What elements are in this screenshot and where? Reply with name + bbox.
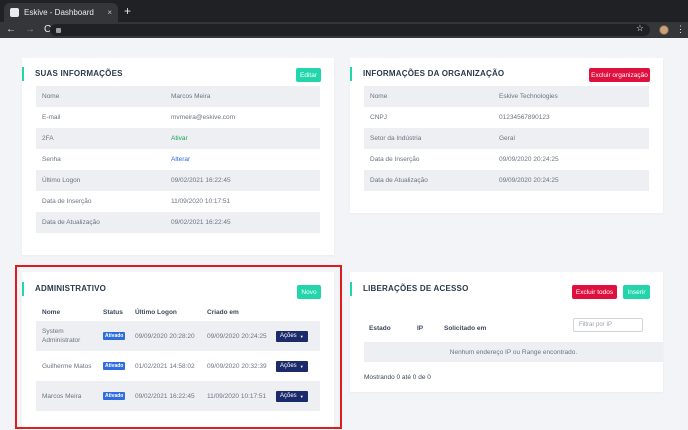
list-item: Nome Marcos Meira: [36, 86, 320, 107]
access-title: LIBERAÇÕES DE ACESSO: [350, 282, 469, 296]
bookmark-star-icon[interactable]: ☆: [636, 23, 644, 34]
list-item: 2FA Ativar: [36, 128, 320, 149]
list-item: Setor da Indústria Geral: [364, 128, 649, 149]
list-item: CNPJ 01234567890123: [370, 114, 550, 121]
insert-button[interactable]: Inserir: [623, 285, 650, 299]
pagination-info: Mostrando 0 até 0 de 0: [364, 374, 431, 381]
user-info-list: Nome Marcos Meira E-mail mvmeira@eskive.co…: [36, 86, 320, 233]
list-item: Senha Alterar: [36, 149, 320, 170]
address-bar[interactable]: ☆: [50, 23, 650, 36]
browser-tab[interactable]: Eskive - Dashboard ×: [4, 3, 118, 22]
lock-icon: [56, 27, 61, 33]
user-info-title: SUAS INFORMAÇÕES: [22, 67, 123, 81]
enable-2fa-link[interactable]: Ativar: [171, 135, 320, 142]
tab-title: Eskive - Dashboard: [24, 8, 94, 17]
org-info-card: INFORMAÇÕES DA ORGANIZAÇÃO Excluir organ…: [350, 58, 663, 213]
list-item: Data de Atualização 09/09/2020 20:24:25: [364, 170, 649, 191]
edit-button[interactable]: Editar: [296, 68, 321, 82]
access-card: LIBERAÇÕES DE ACESSO Excluir todos Inser…: [350, 272, 663, 392]
browser-menu-icon[interactable]: ⋮: [676, 24, 685, 34]
close-tab-icon[interactable]: ×: [107, 8, 112, 17]
org-info-title: INFORMAÇÕES DA ORGANIZAÇÃO: [350, 67, 504, 81]
highlight-box: [15, 265, 342, 429]
list-item: Data de Inserção 11/09/2020 10:17:51: [42, 198, 231, 205]
org-info-list: Nome Eskive Technologies CNPJ 012345678901…: [364, 86, 649, 191]
forward-icon[interactable]: →: [25, 25, 35, 35]
list-item: Data de Inserção 09/09/2020 20:24:25: [370, 156, 559, 163]
eskive-favicon-icon: [10, 8, 19, 17]
back-icon[interactable]: ←: [6, 25, 16, 35]
delete-organization-button[interactable]: Excluir organização: [589, 68, 650, 82]
change-password-link[interactable]: Alterar: [171, 156, 320, 163]
profile-avatar[interactable]: [659, 25, 669, 35]
list-item: Data de Atualização 09/02/2021 16:22:45: [36, 212, 320, 233]
list-item: Último Logon 09/02/2021 16:22:45: [36, 170, 320, 191]
table-header: Estado IP Solicitado em: [369, 324, 487, 332]
delete-all-button[interactable]: Excluir todos: [572, 285, 617, 299]
list-item: Nome Eskive Technologies: [364, 86, 649, 107]
browser-tab-strip: Eskive - Dashboard × +: [0, 0, 688, 22]
browser-toolbar: ← → C ☆: [0, 22, 688, 38]
empty-table-message: Nenhum endereço IP ou Range encontrado.: [364, 342, 663, 362]
new-tab-icon[interactable]: +: [124, 4, 131, 18]
user-info-card: SUAS INFORMAÇÕES Editar Nome Marcos Meira…: [22, 58, 334, 255]
list-item: E-mail mvmeira@eskive.com: [42, 114, 236, 121]
